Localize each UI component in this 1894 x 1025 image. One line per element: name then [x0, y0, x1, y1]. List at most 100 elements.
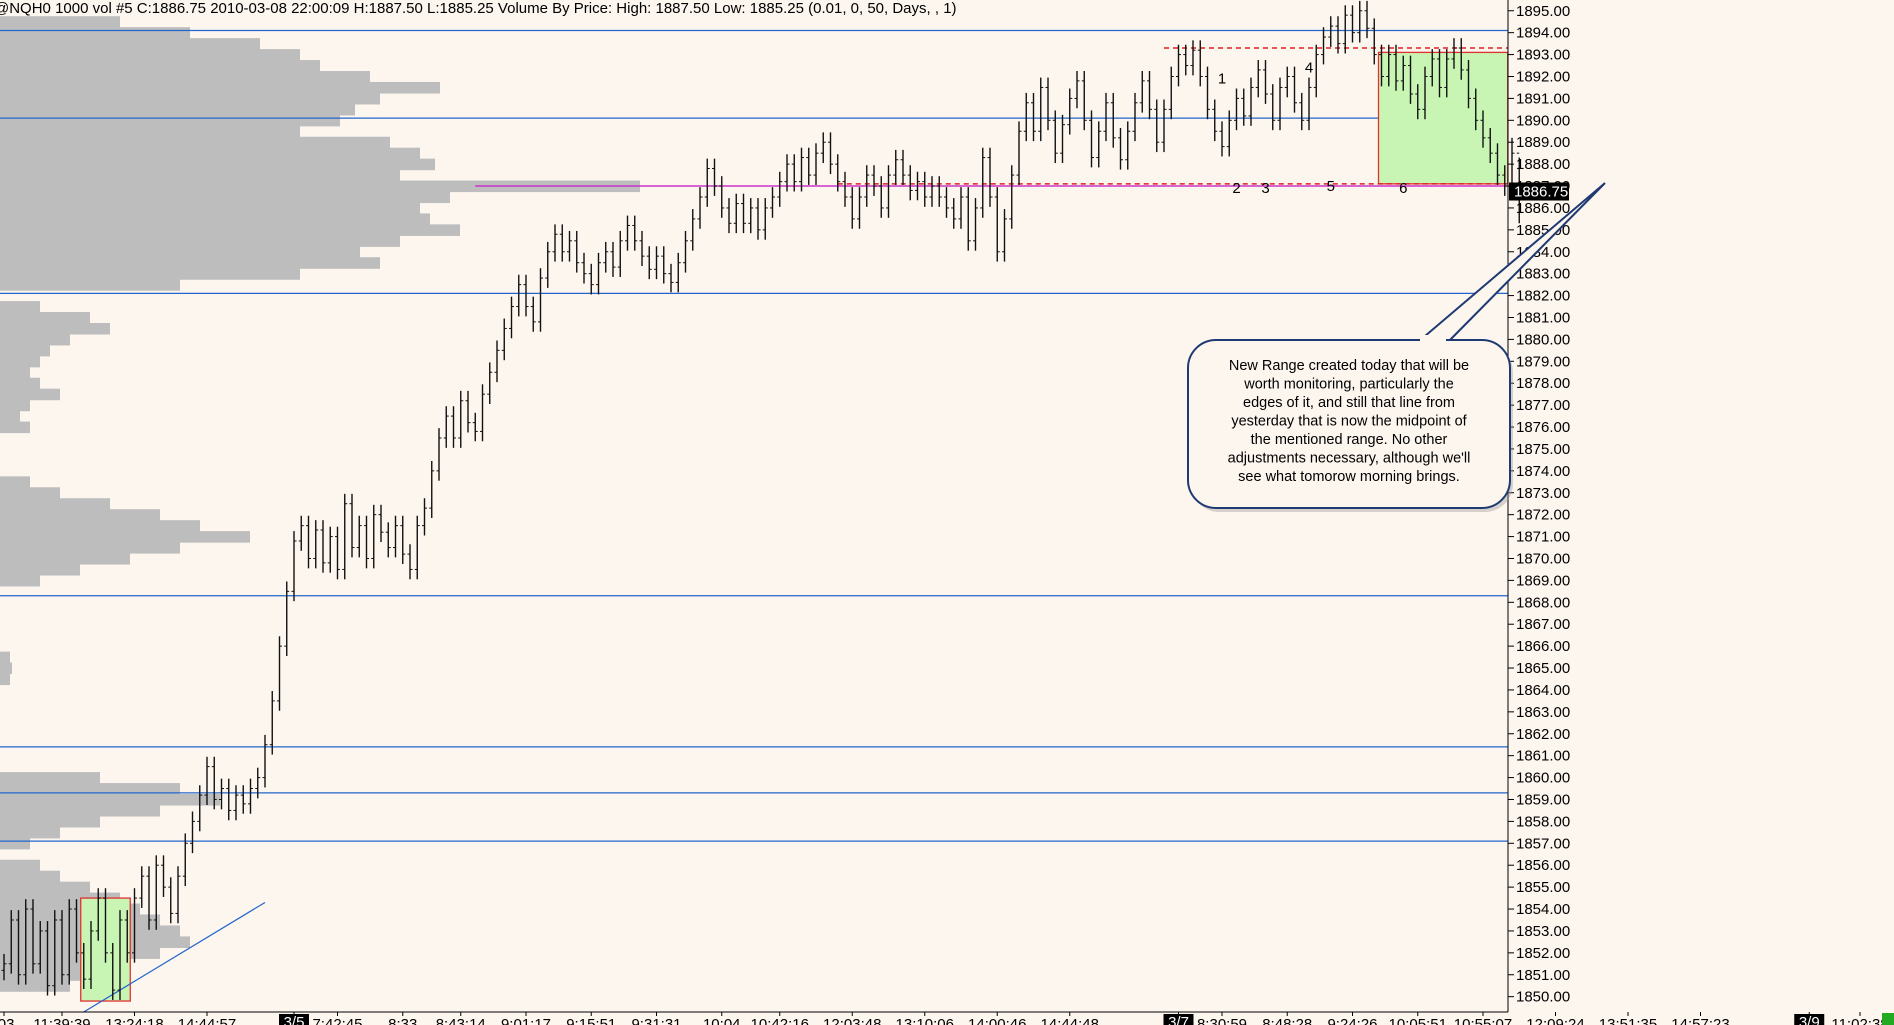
callout-text-line: New Range created today that will be [1229, 358, 1469, 374]
price-axis-label: 1860.00 [1516, 770, 1570, 787]
volume-profile-bar [0, 169, 400, 182]
volume-profile-bar [0, 651, 10, 664]
volume-profile-bar [0, 542, 180, 554]
time-axis-label: 13:51:35 [1599, 1016, 1657, 1025]
price-axis-label: 1872.00 [1516, 507, 1570, 524]
volume-profile-bar [0, 27, 190, 39]
volume-profile-bar [0, 794, 220, 806]
wave-label: 4 [1305, 60, 1313, 77]
volume-profile-bar [0, 914, 160, 927]
price-axis-label: 1894.00 [1516, 25, 1570, 42]
time-axis-label: :03 [0, 1016, 14, 1025]
price-axis-label: 1865.00 [1516, 660, 1570, 677]
time-axis-label: 10:04 [703, 1016, 741, 1025]
price-axis-label: 1882.00 [1516, 288, 1570, 305]
volume-profile-bar [0, 136, 390, 149]
volume-profile-bar [0, 421, 30, 434]
volume-profile-bar [0, 574, 40, 587]
price-axis-label: 1866.00 [1516, 638, 1570, 655]
volume-profile-bar [0, 60, 320, 72]
callout-text-line: the mentioned range. No other [1251, 432, 1448, 448]
range-box [1377, 51, 1509, 185]
price-axis-label: 1874.00 [1516, 463, 1570, 480]
price-axis-label: 1875.00 [1516, 441, 1570, 458]
time-axis-label: 10:42:16 [751, 1016, 809, 1025]
time-axis-label: 14:44:48 [1041, 1016, 1099, 1025]
price-axis-label: 1878.00 [1516, 375, 1570, 392]
price-axis-label: 1890.00 [1516, 112, 1570, 129]
time-axis-label: 9:31:31 [631, 1016, 681, 1025]
wave-label: 2 [1232, 180, 1240, 197]
volume-profile-bar [0, 509, 160, 521]
volume-profile-bar [0, 103, 355, 116]
price-axis-label: 1892.00 [1516, 68, 1570, 85]
time-axis-label: 9:24:26 [1327, 1016, 1377, 1025]
volume-profile-bar [0, 563, 80, 576]
price-axis-label: 1883.00 [1516, 266, 1570, 283]
callout-text-line: adjustments necessary, although we'll [1228, 451, 1471, 467]
volume-profile-bar [0, 388, 60, 401]
volume-profile-bar [0, 487, 60, 499]
time-axis-label: 9:01:17 [501, 1016, 551, 1025]
price-axis-label: 1870.00 [1516, 550, 1570, 567]
volume-profile-bar [0, 344, 50, 357]
volume-profile-bar [0, 377, 40, 390]
volume-profile-bar [0, 246, 360, 258]
price-axis-label: 1869.00 [1516, 572, 1570, 589]
callout-text-line: edges of it, and still that line from [1243, 395, 1455, 411]
volume-profile-bar [0, 980, 70, 992]
chart-root: 1 2 3 4 5 6 1850.00 1851.00 1852.00 1853.00 1854.0… [0, 0, 1894, 1025]
price-axis-label: 1850.00 [1516, 989, 1570, 1006]
volume-profile-bar [0, 322, 110, 335]
volume-profile-bar [0, 772, 100, 784]
price-axis-label: 1853.00 [1516, 923, 1570, 940]
volume-profile-bar [0, 498, 110, 510]
volume-profile-bar [0, 870, 60, 883]
price-axis-label: 1895.00 [1516, 3, 1570, 20]
wave-label: 1 [1218, 71, 1226, 88]
time-axis-label: 10:05:51 [1389, 1016, 1447, 1025]
price-axis-label: 1856.00 [1516, 857, 1570, 874]
time-axis-label: 11:39:39 [33, 1016, 90, 1025]
callout-text-line: yesterday that is now the midpoint of [1231, 414, 1467, 430]
date-marker-label: 3/9 [1799, 1014, 1820, 1025]
price-chart[interactable]: 1 2 3 4 5 6 1850.00 1851.00 1852.00 1853.00 1854.0… [0, 0, 1894, 1025]
volume-profile-bar [0, 881, 90, 894]
time-axis-label: 12:03:48 [823, 1016, 881, 1025]
volume-profile-bar [0, 662, 12, 675]
price-axis-label: 1861.00 [1516, 748, 1570, 765]
time-axis-label: 11:02:38 [1831, 1016, 1888, 1025]
time-axis-label: 14:57:23 [1671, 1016, 1729, 1025]
price-axis-label: 1877.00 [1516, 397, 1570, 414]
wave-label: 3 [1261, 180, 1269, 197]
callout-text-line: see what tomorow morning brings. [1238, 469, 1460, 485]
volume-profile-bar [0, 147, 420, 160]
price-axis-label: 1868.00 [1516, 594, 1570, 611]
volume-profile-bar [0, 202, 420, 215]
price-axis-label: 1852.00 [1516, 945, 1570, 962]
price-axis-label: 1871.00 [1516, 529, 1570, 546]
last-price-label: 1886.75 [1514, 184, 1568, 201]
volume-profile-bar [0, 268, 300, 280]
price-axis-label: 1858.00 [1516, 813, 1570, 830]
volume-profile-bar [0, 81, 440, 94]
volume-profile-bar [0, 531, 250, 543]
volume-profile-bar [0, 837, 30, 850]
price-axis-label: 1879.00 [1516, 353, 1570, 370]
price-axis-label: 1857.00 [1516, 835, 1570, 852]
price-axis-label: 1862.00 [1516, 726, 1570, 743]
volume-profile-bar [0, 38, 260, 50]
time-axis-label: 8:33 [388, 1016, 417, 1025]
volume-profile-bar [0, 114, 340, 127]
volume-profile-bar [0, 947, 160, 959]
volume-profile-bar [0, 520, 200, 532]
price-axis-label: 1867.00 [1516, 616, 1570, 633]
time-axis-label: 8:30:59 [1197, 1016, 1247, 1025]
volume-profile-bar [0, 333, 70, 346]
volume-profile-bar [0, 158, 435, 171]
wave-label: 5 [1327, 178, 1335, 195]
time-axis-label: 13:10:06 [896, 1016, 954, 1025]
price-axis-label: 1881.00 [1516, 309, 1570, 326]
price-axis-label: 1893.00 [1516, 47, 1570, 64]
volume-profile-bar [0, 673, 10, 686]
